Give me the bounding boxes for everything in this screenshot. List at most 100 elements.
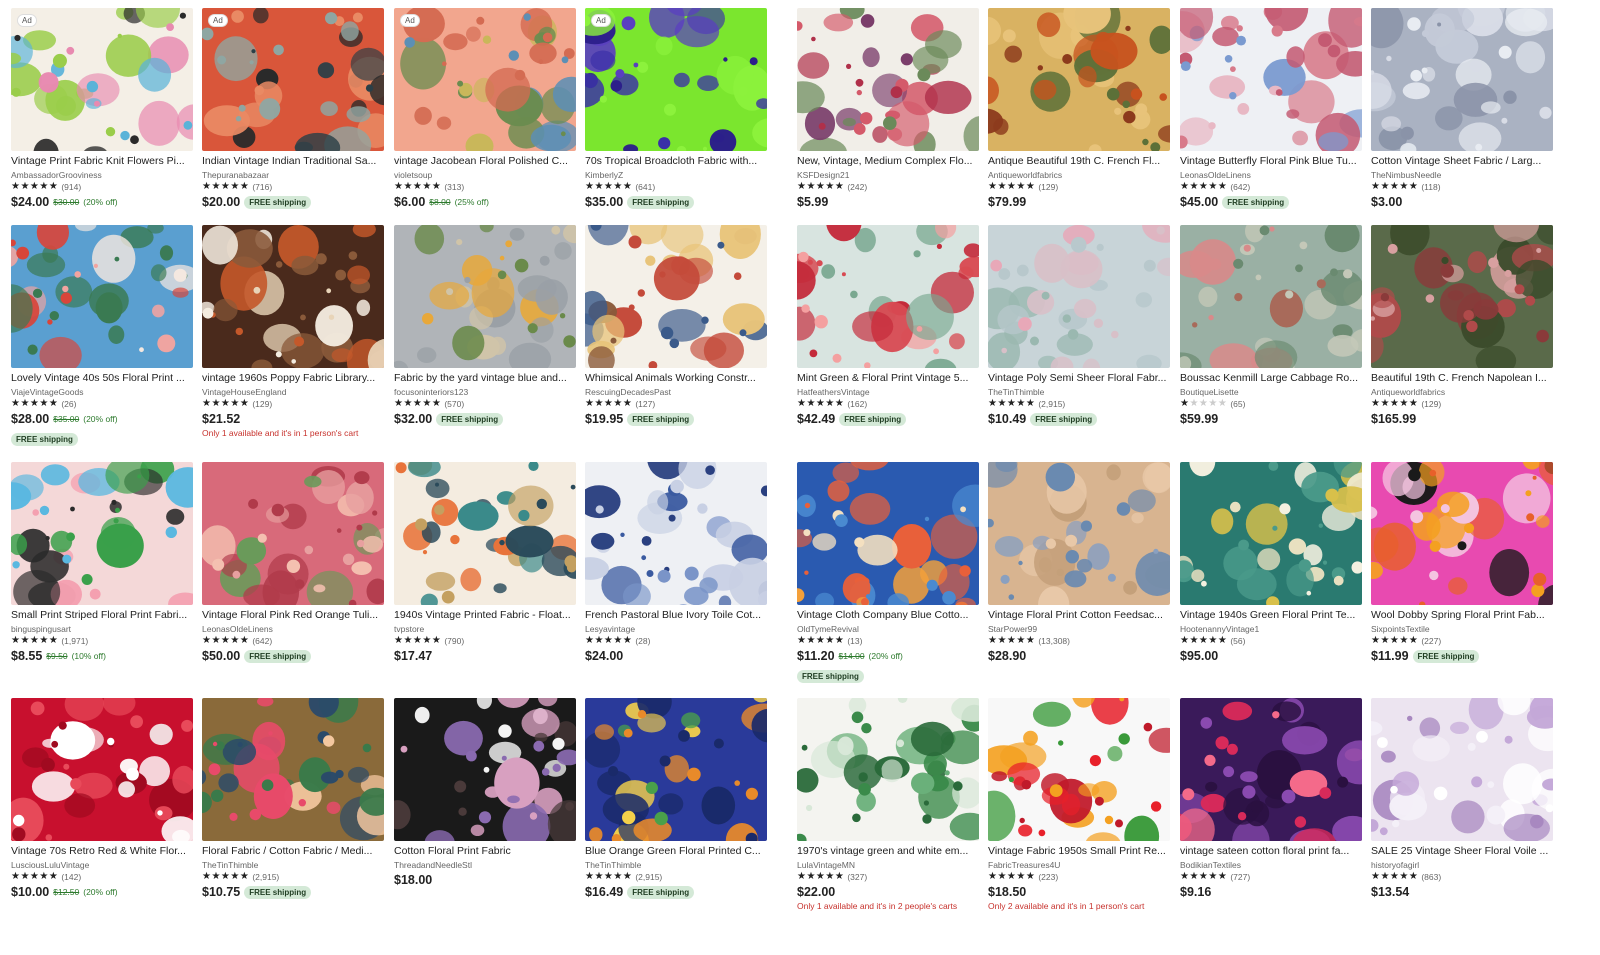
listing-title[interactable]: French Pastoral Blue Ivory Toile Cot... xyxy=(585,609,767,622)
listing-title[interactable]: Antique Beautiful 19th C. French Fl... xyxy=(988,155,1170,168)
listing-card[interactable]: Vintage Cloth Company Blue Cotto... OldTy… xyxy=(797,462,979,684)
listing-card[interactable]: Vintage Floral Print Cotton Feedsac... St… xyxy=(988,462,1170,663)
shop-name[interactable]: tvpstore xyxy=(394,623,576,635)
listing-image[interactable]: Ad xyxy=(585,8,767,151)
listing-image[interactable] xyxy=(1180,462,1362,605)
shop-name[interactable]: LulaVintageMN xyxy=(797,859,979,871)
shop-name[interactable]: KimberlyZ xyxy=(585,169,767,181)
listing-title[interactable]: Vintage 70s Retro Red & White Flor... xyxy=(11,845,193,858)
listing-image[interactable] xyxy=(988,8,1170,151)
shop-name[interactable]: Antiqueworldfabrics xyxy=(988,169,1170,181)
listing-image[interactable] xyxy=(797,462,979,605)
listing-title[interactable]: Vintage Floral Pink Red Orange Tuli... xyxy=(202,609,384,622)
listing-card[interactable]: Vintage Poly Semi Sheer Floral Fabr... Th… xyxy=(988,225,1170,426)
shop-name[interactable]: HatfeathersVintage xyxy=(797,386,979,398)
shop-name[interactable]: binguspingusart xyxy=(11,623,193,635)
listing-card[interactable]: Vintage 70s Retro Red & White Flor... Lus… xyxy=(11,698,193,899)
shop-name[interactable]: LeonasOldeLinens xyxy=(1180,169,1362,181)
listing-image[interactable] xyxy=(1371,225,1553,368)
listing-image[interactable] xyxy=(202,462,384,605)
listing-image[interactable] xyxy=(797,8,979,151)
shop-name[interactable]: BoutiqueLisette xyxy=(1180,386,1362,398)
listing-card[interactable]: SALE 25 Vintage Sheer Floral Voile ... hi… xyxy=(1371,698,1553,899)
listing-card[interactable]: Cotton Floral Print Fabric ThreadandNeedl… xyxy=(394,698,576,887)
listing-image[interactable] xyxy=(988,462,1170,605)
listing-image[interactable] xyxy=(1180,225,1362,368)
listing-title[interactable]: 1940s Vintage Printed Fabric - Float... xyxy=(394,609,576,622)
listing-image[interactable] xyxy=(585,225,767,368)
shop-name[interactable]: LeonasOldeLinens xyxy=(202,623,384,635)
listing-card[interactable]: Vintage 1940s Green Floral Print Te... Ho… xyxy=(1180,462,1362,663)
shop-name[interactable]: RescuingDecadesPast xyxy=(585,386,767,398)
shop-name[interactable]: TheNimbusNeedle xyxy=(1371,169,1553,181)
listing-card[interactable]: vintage 1960s Poppy Fabric Library... Vin… xyxy=(202,225,384,438)
shop-name[interactable]: TheTinThimble xyxy=(988,386,1170,398)
listing-title[interactable]: Vintage Print Fabric Knit Flowers Pi... xyxy=(11,155,193,168)
listing-image[interactable] xyxy=(394,698,576,841)
listing-card[interactable]: Small Print Striped Floral Print Fabri..… xyxy=(11,462,193,663)
listing-title[interactable]: 70s Tropical Broadcloth Fabric with... xyxy=(585,155,767,168)
listing-card[interactable]: Ad Indian Vintage Indian Traditional Sa..… xyxy=(202,8,384,209)
listing-card[interactable]: Floral Fabric / Cotton Fabric / Medi... T… xyxy=(202,698,384,899)
listing-title[interactable]: Indian Vintage Indian Traditional Sa... xyxy=(202,155,384,168)
shop-name[interactable]: BodikianTextiles xyxy=(1180,859,1362,871)
listing-title[interactable]: Boussac Kenmill Large Cabbage Ro... xyxy=(1180,372,1362,385)
listing-title[interactable]: 1970's vintage green and white em... xyxy=(797,845,979,858)
listing-card[interactable]: Whimsical Animals Working Constr... Rescu… xyxy=(585,225,767,426)
listing-image[interactable] xyxy=(797,698,979,841)
shop-name[interactable]: AmbassadorGrooviness xyxy=(11,169,193,181)
listing-card[interactable]: Wool Dobby Spring Floral Print Fab... Six… xyxy=(1371,462,1553,663)
shop-name[interactable]: OldTymeRevival xyxy=(797,623,979,635)
listing-title[interactable]: Whimsical Animals Working Constr... xyxy=(585,372,767,385)
listing-image[interactable] xyxy=(11,225,193,368)
listing-card[interactable]: Boussac Kenmill Large Cabbage Ro... Bouti… xyxy=(1180,225,1362,426)
listing-image[interactable] xyxy=(988,698,1170,841)
listing-title[interactable]: Cotton Floral Print Fabric xyxy=(394,845,576,858)
listing-title[interactable]: Vintage Floral Print Cotton Feedsac... xyxy=(988,609,1170,622)
listing-title[interactable]: Vintage 1940s Green Floral Print Te... xyxy=(1180,609,1362,622)
shop-name[interactable]: HootenannyVintage1 xyxy=(1180,623,1362,635)
listing-image[interactable]: Ad xyxy=(11,8,193,151)
listing-card[interactable]: Ad vintage Jacobean Floral Polished C... v… xyxy=(394,8,576,209)
listing-card[interactable]: Vintage Butterfly Floral Pink Blue Tu...… xyxy=(1180,8,1362,209)
listing-title[interactable]: Vintage Cloth Company Blue Cotto... xyxy=(797,609,979,622)
listing-title[interactable]: Beautiful 19th C. French Napolean I... xyxy=(1371,372,1553,385)
listing-title[interactable]: Fabric by the yard vintage blue and... xyxy=(394,372,576,385)
listing-image[interactable] xyxy=(394,462,576,605)
listing-card[interactable]: Ad Vintage Print Fabric Knit Flowers Pi..… xyxy=(11,8,193,209)
listing-title[interactable]: Small Print Striped Floral Print Fabri..… xyxy=(11,609,193,622)
shop-name[interactable]: StarPower99 xyxy=(988,623,1170,635)
listing-image[interactable] xyxy=(797,225,979,368)
shop-name[interactable]: ThreadandNeedleStl xyxy=(394,859,576,871)
shop-name[interactable]: Thepuranabazaar xyxy=(202,169,384,181)
listing-card[interactable]: New, Vintage, Medium Complex Flo... KSFDe… xyxy=(797,8,979,209)
listing-card[interactable]: Beautiful 19th C. French Napolean I... An… xyxy=(1371,225,1553,426)
listing-card[interactable]: Vintage Fabric 1950s Small Print Re... Fa… xyxy=(988,698,1170,911)
listing-title[interactable]: Blue Orange Green Floral Printed C... xyxy=(585,845,767,858)
shop-name[interactable]: historyofagirl xyxy=(1371,859,1553,871)
listing-image[interactable]: Ad xyxy=(394,8,576,151)
listing-title[interactable]: Vintage Poly Semi Sheer Floral Fabr... xyxy=(988,372,1170,385)
listing-title[interactable]: Lovely Vintage 40s 50s Floral Print ... xyxy=(11,372,193,385)
listing-image[interactable]: Ad xyxy=(202,8,384,151)
listing-image[interactable] xyxy=(1371,698,1553,841)
shop-name[interactable]: TheTinThimble xyxy=(585,859,767,871)
listing-title[interactable]: Vintage Fabric 1950s Small Print Re... xyxy=(988,845,1170,858)
shop-name[interactable]: Antiqueworldfabrics xyxy=(1371,386,1553,398)
listing-image[interactable] xyxy=(394,225,576,368)
listing-title[interactable]: Cotton Vintage Sheet Fabric / Larg... xyxy=(1371,155,1553,168)
listing-image[interactable] xyxy=(1371,462,1553,605)
listing-title[interactable]: vintage Jacobean Floral Polished C... xyxy=(394,155,576,168)
shop-name[interactable]: SixpointsTextile xyxy=(1371,623,1553,635)
listing-image[interactable] xyxy=(988,225,1170,368)
listing-card[interactable]: 1970's vintage green and white em... Lula… xyxy=(797,698,979,911)
listing-image[interactable] xyxy=(1371,8,1553,151)
listing-image[interactable] xyxy=(11,462,193,605)
listing-card[interactable]: Blue Orange Green Floral Printed C... The… xyxy=(585,698,767,899)
shop-name[interactable]: KSFDesign21 xyxy=(797,169,979,181)
listing-title[interactable]: vintage 1960s Poppy Fabric Library... xyxy=(202,372,384,385)
listing-image[interactable] xyxy=(202,225,384,368)
listing-card[interactable]: vintage sateen cotton floral print fa...… xyxy=(1180,698,1362,899)
listing-card[interactable]: Vintage Floral Pink Red Orange Tuli... Le… xyxy=(202,462,384,663)
listing-image[interactable] xyxy=(585,698,767,841)
